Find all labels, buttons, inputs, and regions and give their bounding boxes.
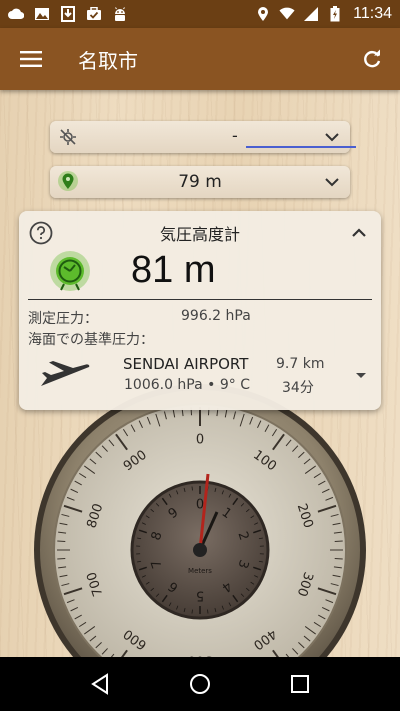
station-details: 1006.0 hPa • 9° C [124, 377, 250, 393]
measured-pressure-value: 996.2 hPa [181, 308, 251, 324]
app-bar: 名取市 [0, 28, 400, 90]
dial-tick [57, 557, 66, 560]
collapse-button[interactable] [349, 223, 369, 243]
sea-level-pressure-label: 海面での基準圧力： [28, 332, 154, 348]
barometric-altimeter-card: 気圧高度計 81 m 測定圧力： 996.2 hPa 海面での基準圧力： SEN… [19, 211, 381, 410]
back-triangle-icon [91, 673, 108, 695]
dial-unit-label: Meters [188, 567, 212, 575]
download-icon [60, 6, 76, 22]
back-button[interactable] [80, 664, 120, 704]
station-expand-button[interactable] [353, 367, 369, 383]
station-distance: 9.7 km [276, 356, 325, 372]
navigation-bar [0, 657, 400, 711]
station-data-age: 34分 [282, 380, 314, 396]
dial-inner-tick [191, 609, 193, 614]
android-icon [112, 6, 128, 22]
recents-button[interactable] [280, 664, 320, 704]
location-icon [255, 6, 271, 22]
battery-charging-icon [327, 6, 343, 22]
altitude-value: 81 m [131, 249, 216, 291]
image-icon [34, 6, 50, 22]
map-pin-icon [50, 171, 86, 193]
home-button[interactable] [180, 664, 220, 704]
chevron-down-icon [314, 177, 350, 187]
elevation-dropdown[interactable]: 79 m [50, 166, 350, 198]
cloud-icon [8, 6, 24, 22]
home-circle-icon [190, 674, 210, 694]
refresh-button[interactable] [344, 28, 400, 90]
dial-inner-tick [207, 609, 209, 614]
dial-inner-tick [191, 486, 193, 491]
input-underline [246, 146, 356, 148]
elevation-value: 79 m [178, 172, 222, 192]
recents-square-icon [291, 675, 309, 693]
page-title: 名取市 [78, 48, 138, 73]
airplane-icon [39, 359, 91, 389]
altimeter-dial: 8009000100200300400500600700 0123456789 … [30, 380, 370, 657]
dial-inner-label: 5 [196, 588, 204, 603]
refresh-icon [364, 49, 381, 68]
chevron-down-icon [314, 132, 350, 142]
chevron-up-icon [352, 228, 366, 237]
status-time: 11:34 [353, 5, 392, 22]
briefcase-check-icon [86, 6, 102, 22]
caret-down-icon [356, 373, 366, 378]
station-name: SENDAI AIRPORT [123, 355, 249, 373]
altimeter-icon [49, 250, 91, 292]
dial-tick [57, 540, 66, 543]
status-bar: 11:34 [0, 0, 400, 28]
gps-off-icon [50, 128, 86, 146]
card-title: 気圧高度計 [159, 225, 240, 244]
dial-tick [334, 557, 343, 560]
wifi-icon [279, 6, 295, 22]
signal-icon [303, 6, 319, 22]
location-source-dropdown[interactable]: - [50, 121, 356, 153]
dial-tick [334, 540, 343, 543]
menu-icon [20, 51, 42, 67]
dial-outer-label: 0 [196, 433, 204, 448]
divider [28, 299, 372, 300]
main-content: 8009000100200300400500600700 0123456789 … [0, 90, 400, 657]
location-source-value: - [232, 126, 238, 145]
measured-pressure-label: 測定圧力： [28, 311, 98, 327]
menu-button[interactable] [0, 28, 62, 90]
